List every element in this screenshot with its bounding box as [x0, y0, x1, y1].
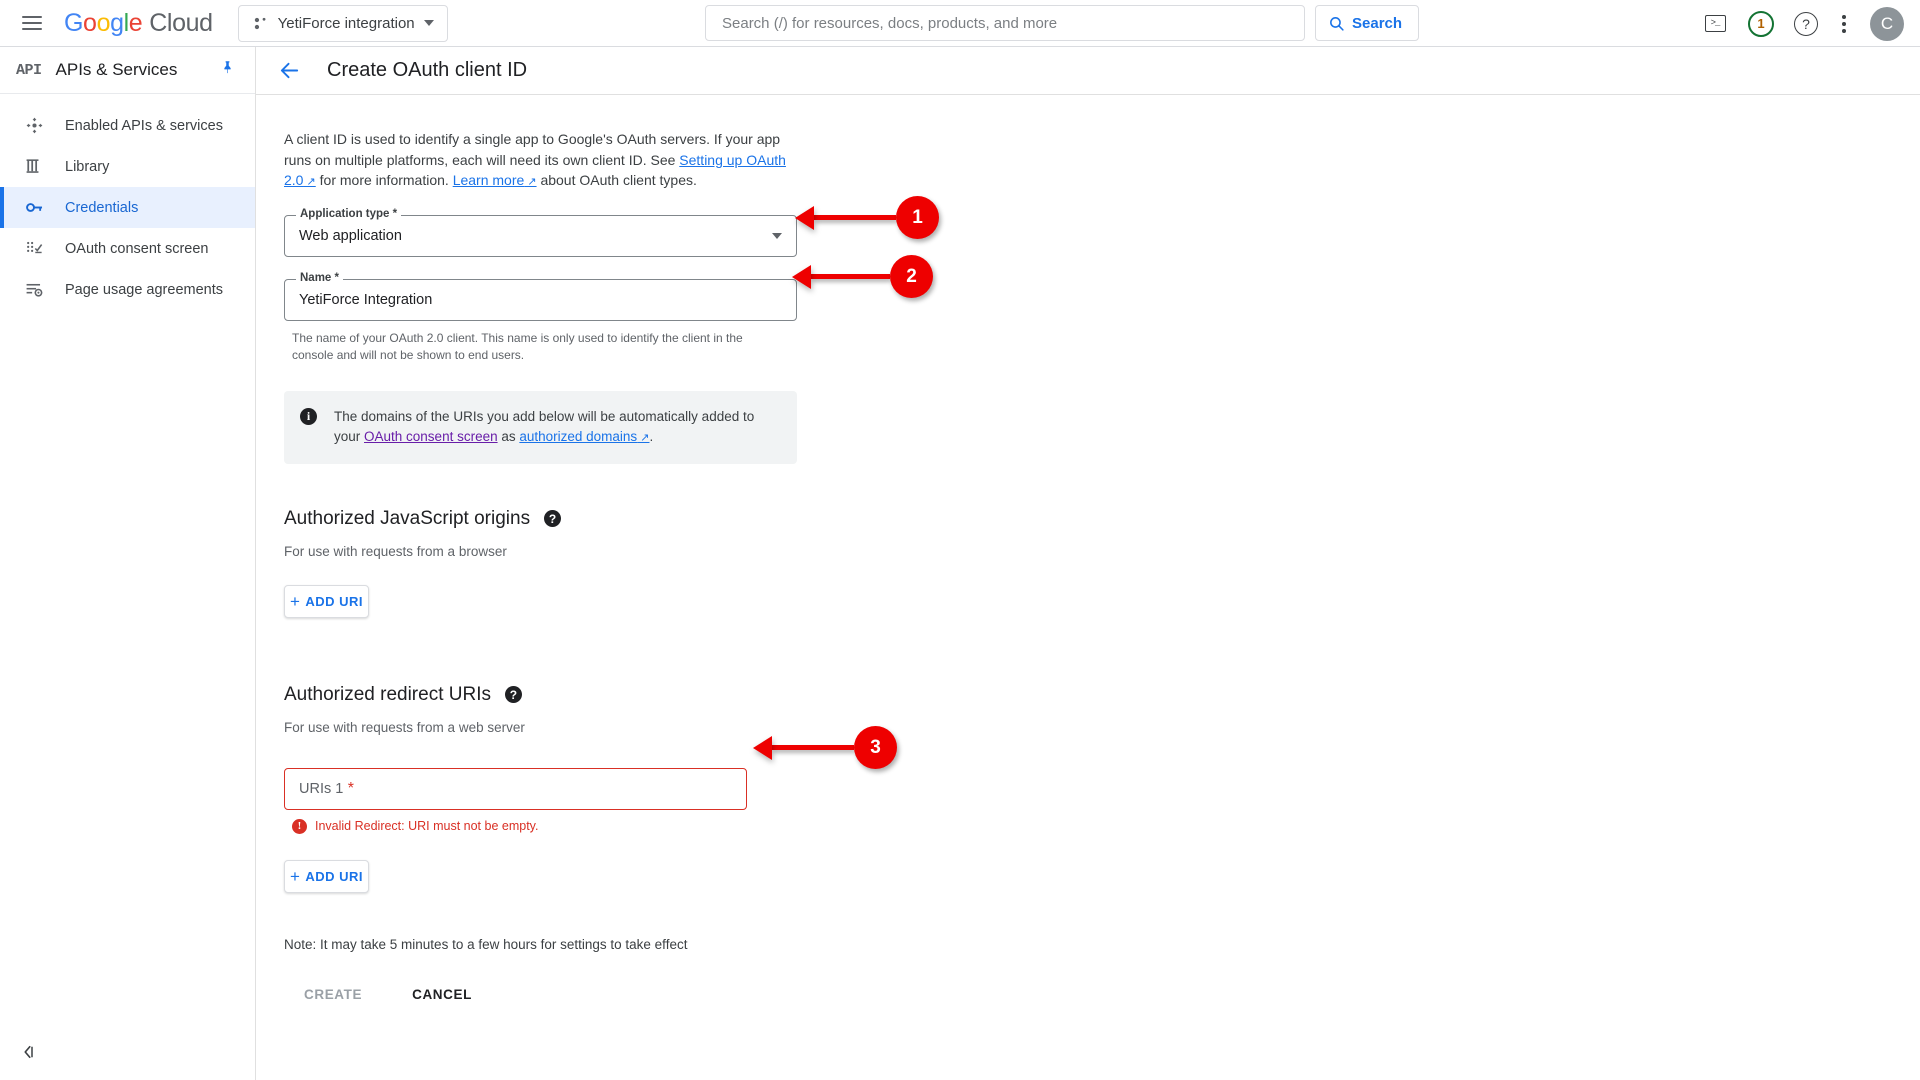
redirect-uris-heading: Authorized redirect URIs ? [284, 684, 1920, 706]
js-origins-subtitle: For use with requests from a browser [284, 543, 507, 559]
intro-text-3: about OAuth client types. [536, 172, 697, 188]
notifications-button[interactable]: 1 [1748, 10, 1774, 37]
help-icon[interactable]: ? [504, 686, 522, 703]
api-icon: API [16, 61, 42, 79]
hamburger-icon[interactable] [22, 11, 46, 35]
error-text: Invalid Redirect: URI must not be empty. [315, 819, 539, 833]
sidebar-item-label: Page usage agreements [65, 281, 223, 298]
info-icon: i [300, 407, 317, 425]
key-icon [24, 197, 45, 218]
form-body: A client ID is used to identify a single… [256, 95, 1920, 1011]
help-icon[interactable]: ? [1794, 11, 1818, 36]
redirect-uris-title: Authorized redirect URIs [284, 683, 491, 705]
help-icon[interactable]: ? [544, 510, 562, 527]
create-button[interactable]: CREATE [292, 978, 374, 1011]
info-banner-text: The domains of the URIs you add below wi… [334, 407, 781, 448]
dashboard-icon [24, 115, 45, 136]
sidebar-nav: Enabled APIs & services Library Credenti… [0, 94, 255, 310]
add-uri-label: ADD URI [305, 593, 364, 609]
search-container [705, 5, 1305, 41]
search-input[interactable] [705, 5, 1305, 41]
more-options-icon[interactable] [1838, 11, 1850, 37]
add-redirect-uri-button[interactable]: + ADD URI [284, 859, 369, 893]
chevron-down-icon [423, 20, 434, 26]
terminal-icon: >_ [1704, 15, 1726, 32]
sidebar-item-label: Library [65, 158, 110, 175]
avatar[interactable]: C [1870, 6, 1904, 41]
application-type-label: Application type * [296, 207, 402, 220]
authorized-domains-link[interactable]: authorized domains [519, 429, 637, 444]
redirect-uri-1-placeholder: URIs 1 [299, 780, 344, 797]
add-js-origin-uri-button[interactable]: + ADD URI [284, 584, 369, 618]
search-button-label: Search [1352, 14, 1403, 32]
plus-icon: + [289, 866, 301, 886]
top-app-bar: Google Cloud YetiForce integration Searc… [0, 0, 1920, 47]
info-text-2: as [497, 428, 520, 444]
agreements-icon [24, 279, 45, 300]
logo-cloud-text: Cloud [149, 8, 213, 37]
required-asterisk: * [343, 779, 354, 797]
sidebar-title: APIs & Services [55, 60, 178, 79]
settings-note: Note: It may take 5 minutes to a few hou… [284, 936, 688, 952]
sidebar-item-page-usage-agreements[interactable]: Page usage agreements [0, 269, 255, 310]
google-cloud-logo: Google Cloud [64, 8, 213, 37]
client-name-helper-text: The name of your OAuth 2.0 client. This … [292, 330, 743, 362]
sidebar-item-label: Enabled APIs & services [65, 117, 223, 134]
plus-icon: + [289, 591, 301, 611]
client-name-input[interactable]: Name * YetiForce Integration [284, 271, 797, 321]
external-link-icon[interactable]: ↗ [303, 176, 316, 188]
collapse-icon [24, 1045, 33, 1059]
form-actions: CREATE CANCEL [284, 978, 1920, 1011]
avatar-initial: C [1880, 13, 1894, 33]
library-icon [24, 156, 45, 177]
add-uri-label: ADD URI [305, 868, 364, 884]
application-type-select[interactable]: Application type * Web application [284, 207, 797, 257]
cancel-button[interactable]: CANCEL [400, 978, 484, 1011]
learn-more-link[interactable]: Learn more [453, 172, 525, 188]
main-content: Create OAuth client ID A client ID is us… [256, 47, 1920, 1080]
intro-text-2: for more information. [315, 172, 453, 188]
collapse-sidebar-button[interactable] [20, 1043, 38, 1066]
sidebar: API APIs & Services Enabled APIs & servi… [0, 47, 256, 1080]
top-bar-icons: >_ 1 ? C [1702, 0, 1904, 47]
sidebar-item-oauth-consent-screen[interactable]: OAuth consent screen [0, 228, 255, 269]
external-link-icon[interactable]: ↗ [524, 176, 536, 188]
info-text-3: . [649, 428, 654, 444]
redirect-uri-1-input[interactable]: URIs 1 * [284, 767, 747, 810]
help-glyph: ? [1802, 15, 1810, 32]
project-icon [254, 17, 266, 29]
pin-icon[interactable] [220, 60, 235, 80]
page-title: Create OAuth client ID [327, 59, 528, 81]
js-origins-title: Authorized JavaScript origins [284, 507, 531, 529]
application-type-value: Web application [299, 227, 402, 244]
sidebar-item-library[interactable]: Library [0, 146, 255, 187]
project-name: YetiForce integration [277, 14, 415, 32]
js-origins-heading: Authorized JavaScript origins ? [284, 508, 1920, 530]
oauth-consent-screen-link[interactable]: OAuth consent screen [364, 429, 498, 444]
chevron-down-icon [772, 232, 782, 239]
notifications-count: 1 [1757, 16, 1765, 31]
sidebar-header: API APIs & Services [0, 47, 255, 94]
client-name-label: Name * [296, 271, 343, 284]
consent-icon [24, 238, 45, 259]
sidebar-item-label: Credentials [65, 199, 139, 216]
error-icon: ! [292, 818, 307, 834]
sidebar-item-enabled-apis[interactable]: Enabled APIs & services [0, 105, 255, 146]
intro-paragraph: A client ID is used to identify a single… [284, 129, 794, 193]
domains-info-banner: i The domains of the URIs you add below … [284, 390, 797, 464]
search-icon [1330, 16, 1344, 31]
redirect-uri-error: ! Invalid Redirect: URI must not be empt… [284, 818, 1920, 834]
page-header: Create OAuth client ID [256, 47, 1920, 95]
search-button[interactable]: Search [1315, 5, 1420, 41]
project-picker[interactable]: YetiForce integration [237, 4, 448, 42]
back-arrow-icon[interactable] [278, 59, 301, 82]
external-link-icon[interactable]: ↗ [637, 432, 649, 444]
redirect-uris-subtitle: For use with requests from a web server [284, 719, 525, 735]
client-name-value: YetiForce Integration [299, 291, 433, 308]
sidebar-item-label: OAuth consent screen [65, 240, 209, 257]
sidebar-item-credentials[interactable]: Credentials [0, 187, 255, 228]
cloud-shell-button[interactable]: >_ [1702, 11, 1728, 37]
